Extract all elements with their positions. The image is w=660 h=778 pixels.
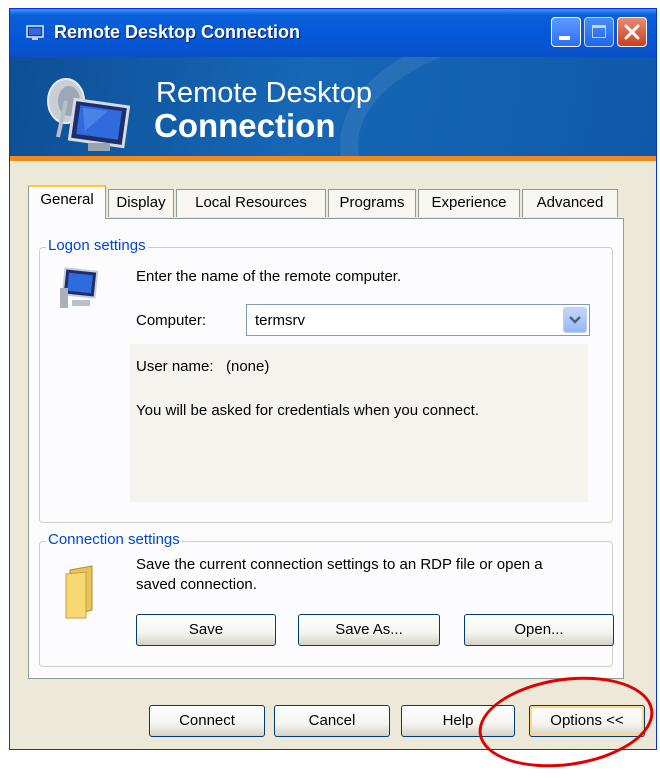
connection-settings-title: Connection settings — [46, 531, 182, 548]
open-button[interactable]: Open... — [464, 614, 614, 646]
save-button[interactable]: Save — [136, 614, 276, 646]
minimize-icon — [559, 36, 570, 40]
computer-combobox[interactable]: termsrv — [246, 304, 590, 336]
banner-title-line2: Connection — [154, 107, 336, 144]
window-title: Remote Desktop Connection — [54, 22, 301, 42]
close-icon — [624, 24, 640, 40]
satellite-monitor-icon — [47, 78, 131, 151]
connection-settings-group: Connection settings Save the current con… — [39, 531, 614, 667]
connection-settings-description-1: Save the current connection settings to … — [136, 556, 543, 573]
tab-experience[interactable]: Experience — [418, 189, 520, 217]
close-button[interactable] — [617, 17, 647, 47]
computer-value: termsrv — [255, 312, 305, 329]
logon-settings-group: Logon settings Enter the name of the rem… — [39, 237, 613, 523]
logon-settings-title: Logon settings — [46, 237, 148, 254]
minimize-button[interactable] — [551, 17, 581, 47]
remote-desktop-window: Remote Desktop Connection Remote Desktop… — [9, 8, 657, 750]
username-label: User name: — [136, 358, 214, 375]
folder-icon — [65, 565, 93, 619]
maximize-button[interactable] — [584, 17, 614, 47]
chevron-down-icon — [569, 316, 581, 324]
tab-local-resources[interactable]: Local Resources — [176, 189, 326, 217]
maximize-icon — [592, 25, 606, 38]
computer-dropdown-button[interactable] — [563, 307, 587, 333]
connect-button[interactable]: Connect — [149, 705, 265, 737]
banner-accent-line — [10, 156, 656, 161]
header-banner: Remote Desktop Connection — [10, 57, 656, 161]
connection-settings-description-2: saved connection. — [136, 576, 257, 593]
tab-general[interactable]: General — [28, 185, 106, 219]
tab-programs[interactable]: Programs — [328, 189, 416, 217]
computer-icon — [60, 267, 99, 308]
tab-advanced[interactable]: Advanced — [522, 189, 618, 217]
cancel-button[interactable]: Cancel — [274, 705, 390, 737]
general-tab-panel: Logon settings Enter the name of the rem… — [28, 218, 624, 679]
title-bar[interactable]: Remote Desktop Connection — [10, 9, 656, 57]
save-as-button[interactable]: Save As... — [298, 614, 440, 646]
banner-title-line1: Remote Desktop — [156, 77, 372, 109]
logon-instruction: Enter the name of the remote computer. — [136, 268, 402, 285]
computer-label: Computer: — [136, 312, 207, 329]
tab-display[interactable]: Display — [108, 189, 174, 217]
username-value: (none) — [226, 358, 270, 375]
credentials-note: You will be asked for credentials when y… — [136, 402, 479, 419]
remote-desktop-app-icon — [26, 25, 44, 40]
